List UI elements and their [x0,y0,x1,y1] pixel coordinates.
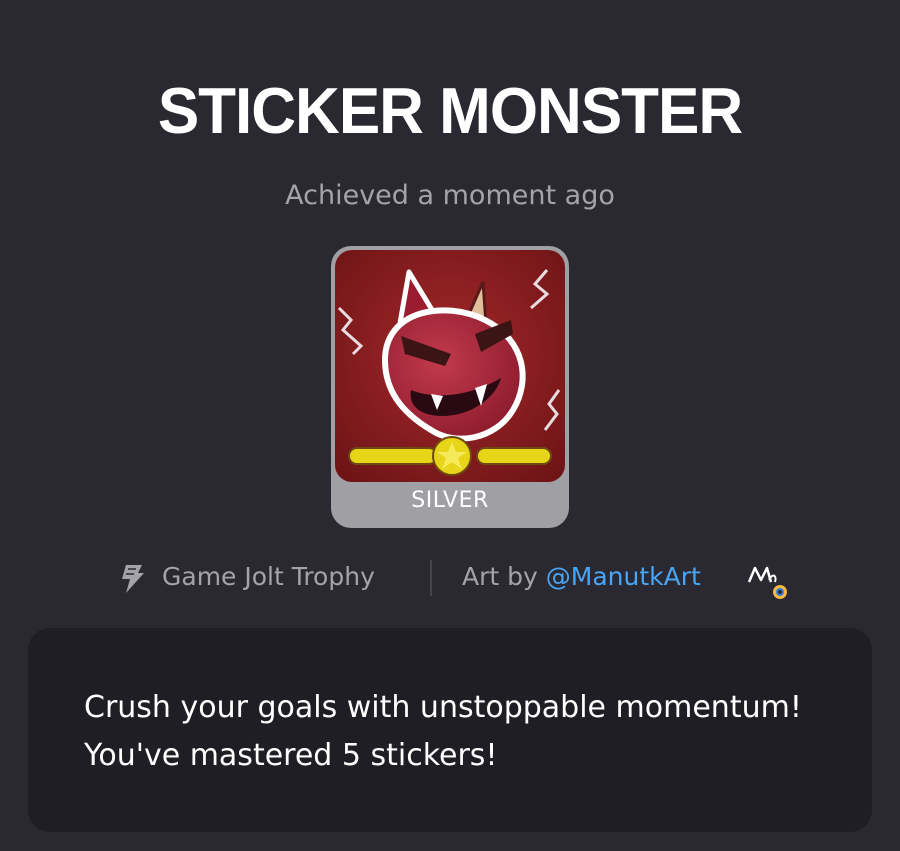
trophy-artwork [335,250,565,482]
description-panel: Crush your goals with unstoppable moment… [28,628,872,832]
trophy-title: STICKER MONSTER [157,75,743,148]
meta-divider [430,560,432,596]
art-credit: Art by @ManutkArt [462,562,701,591]
artist-avatar-icon[interactable] [745,560,789,600]
trophy-description: Crush your goals with unstoppable moment… [84,690,802,773]
achieved-timestamp: Achieved a moment ago [285,180,615,211]
devil-monster-icon [335,250,565,482]
artist-link[interactable]: @ManutkArt [546,562,701,591]
art-by-prefix: Art by [462,562,546,591]
trophy-meta-row: Game Jolt Trophy Art by @ManutkArt [0,558,900,600]
game-jolt-bolt-icon [122,565,144,593]
tier-label: SILVER [411,488,489,513]
trophy-detail-page: STICKER MONSTER Achieved a moment ago SI… [0,0,900,851]
trophy-type-label: Game Jolt Trophy [162,562,375,591]
trophy-badge [331,246,569,528]
